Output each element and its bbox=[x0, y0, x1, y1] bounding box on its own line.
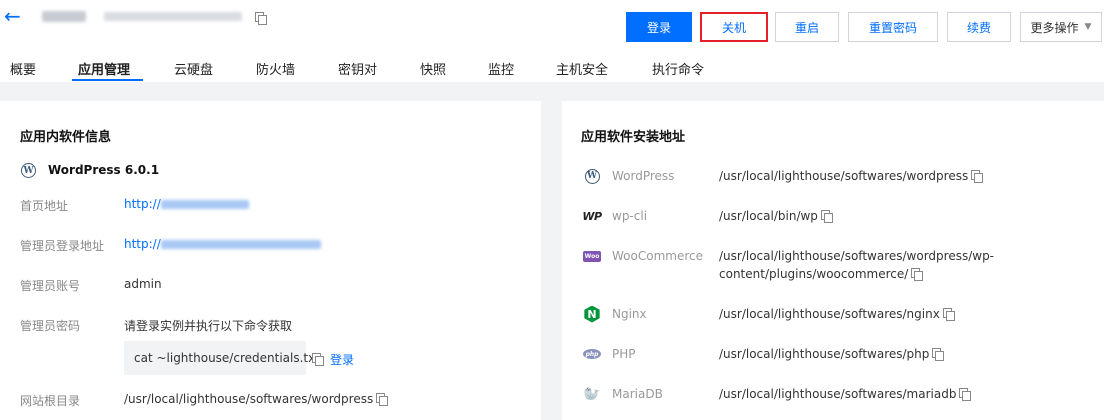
shutdown-button[interactable]: 关机 bbox=[700, 12, 768, 42]
more-actions-dropdown[interactable]: 更多操作 ▼ bbox=[1020, 12, 1102, 42]
reset-password-button[interactable]: 重置密码 bbox=[848, 12, 938, 42]
tab-run-command[interactable]: 执行命令 bbox=[652, 59, 704, 78]
woocommerce-logo-mark: Woo bbox=[583, 250, 601, 262]
home-url-link[interactable]: http:// bbox=[124, 197, 249, 211]
nginx-icon: N bbox=[583, 305, 601, 323]
webroot-value: /usr/local/lighthouse/softwares/wordpres… bbox=[124, 392, 389, 406]
copy-icon[interactable] bbox=[312, 353, 324, 366]
more-actions-label: 更多操作 bbox=[1030, 20, 1079, 35]
admin-account-value: admin bbox=[124, 277, 162, 291]
wp-cli-logo-mark: WP bbox=[582, 209, 602, 223]
copy-icon[interactable] bbox=[376, 393, 389, 406]
mariadb-seal-mark: 🦭 bbox=[583, 386, 601, 402]
webroot-path: /usr/local/lighthouse/softwares/wordpres… bbox=[124, 392, 374, 406]
back-arrow-icon[interactable]: ← bbox=[4, 6, 21, 26]
nginx-logo-mark: N bbox=[584, 305, 600, 323]
admin-login-prefix: http:// bbox=[124, 237, 161, 251]
wp-cli-icon: WP bbox=[582, 207, 602, 225]
header-bar: ← 登录 关机 重启 重置密码 续费 更多操作 ▼ 概要 应用管理 云硬盘 防火… bbox=[0, 0, 1104, 82]
tab-key-pair[interactable]: 密钥对 bbox=[338, 59, 377, 78]
tab-bar: 概要 应用管理 云硬盘 防火墙 密钥对 快照 监控 主机安全 执行命令 bbox=[0, 56, 1104, 82]
webroot-label: 网站根目录 bbox=[20, 394, 81, 408]
software-name: PHP bbox=[612, 347, 636, 361]
wordpress-icon: W bbox=[583, 167, 601, 185]
admin-login-link[interactable]: http:// bbox=[124, 237, 321, 251]
software-path-text: /usr/local/lighthouse/softwares/wordpres… bbox=[719, 169, 969, 183]
tab-app-management[interactable]: 应用管理 bbox=[78, 59, 130, 78]
software-info-card: 应用内软件信息 W WordPress 6.0.1 首页地址 http:// 管… bbox=[0, 101, 541, 420]
install-paths-title: 应用软件安装地址 bbox=[581, 130, 686, 145]
php-logo-mark: php bbox=[583, 349, 601, 359]
tab-overview[interactable]: 概要 bbox=[10, 59, 36, 78]
copy-icon[interactable] bbox=[942, 308, 955, 321]
credentials-command: cat ~lighthouse/credentials.txt bbox=[124, 341, 320, 375]
software-path-text: /usr/local/bin/wp bbox=[719, 209, 818, 223]
instance-name-redacted bbox=[42, 11, 86, 22]
software-name: wp-cli bbox=[612, 209, 648, 223]
software-path-text: /usr/local/lighthouse/softwares/wordpres… bbox=[719, 249, 995, 281]
caret-down-icon: ▼ bbox=[1084, 22, 1092, 32]
software-path-text: /usr/local/lighthouse/softwares/mariadb bbox=[719, 387, 957, 401]
software-path: /usr/local/bin/wp bbox=[719, 207, 1079, 225]
mariadb-icon: 🦭 bbox=[583, 385, 601, 403]
active-tab-indicator bbox=[72, 79, 143, 81]
tab-cloud-disk[interactable]: 云硬盘 bbox=[174, 59, 213, 78]
command-login-link[interactable]: 登录 bbox=[330, 351, 354, 368]
home-url-label: 首页地址 bbox=[20, 199, 69, 213]
software-path-text: /usr/local/lighthouse/softwares/php bbox=[719, 347, 930, 361]
software-info-title: 应用内软件信息 bbox=[20, 130, 112, 145]
software-path: /usr/local/lighthouse/softwares/mariadb bbox=[719, 385, 1079, 403]
admin-login-url-redacted bbox=[160, 240, 321, 249]
software-name: MariaDB bbox=[612, 387, 663, 401]
wordpress-icon: W bbox=[21, 163, 36, 178]
home-url-redacted bbox=[160, 200, 249, 209]
tab-host-security[interactable]: 主机安全 bbox=[556, 59, 608, 78]
admin-login-label: 管理员登录地址 bbox=[20, 239, 105, 253]
admin-password-label: 管理员密码 bbox=[20, 319, 81, 333]
software-path: /usr/local/lighthouse/softwares/nginx bbox=[719, 305, 1079, 323]
copy-icon[interactable] bbox=[932, 348, 945, 361]
software-name: Nginx bbox=[612, 307, 647, 321]
home-url-prefix: http:// bbox=[124, 197, 161, 211]
copy-icon[interactable] bbox=[255, 12, 267, 25]
renew-button[interactable]: 续费 bbox=[947, 12, 1011, 42]
copy-icon[interactable] bbox=[959, 388, 972, 401]
wordpress-logo-mark: W bbox=[584, 168, 600, 184]
software-name: WordPress bbox=[612, 169, 675, 183]
software-path: /usr/local/lighthouse/softwares/wordpres… bbox=[719, 247, 1079, 283]
copy-icon[interactable] bbox=[820, 210, 833, 223]
login-button[interactable]: 登录 bbox=[626, 12, 692, 42]
install-paths-card: 应用软件安装地址 W WordPress /usr/local/lighthou… bbox=[562, 101, 1104, 420]
tab-snapshot[interactable]: 快照 bbox=[420, 59, 446, 78]
woocommerce-icon: Woo bbox=[583, 247, 601, 265]
tab-monitor[interactable]: 监控 bbox=[488, 59, 514, 78]
php-icon: php bbox=[583, 345, 601, 363]
restart-button[interactable]: 重启 bbox=[775, 12, 839, 42]
copy-icon[interactable] bbox=[911, 268, 924, 281]
software-path: /usr/local/lighthouse/softwares/php bbox=[719, 345, 1079, 363]
app-version: WordPress 6.0.1 bbox=[48, 163, 160, 177]
copy-icon[interactable] bbox=[971, 170, 984, 183]
instance-ip-redacted bbox=[104, 12, 242, 21]
software-path-text: /usr/local/lighthouse/softwares/nginx bbox=[719, 307, 940, 321]
admin-account-label: 管理员账号 bbox=[20, 279, 81, 293]
admin-password-hint: 请登录实例并执行以下命令获取 bbox=[124, 319, 293, 333]
software-name: WooCommerce bbox=[612, 249, 703, 263]
tab-firewall[interactable]: 防火墙 bbox=[256, 59, 295, 78]
software-path: /usr/local/lighthouse/softwares/wordpres… bbox=[719, 167, 1079, 185]
